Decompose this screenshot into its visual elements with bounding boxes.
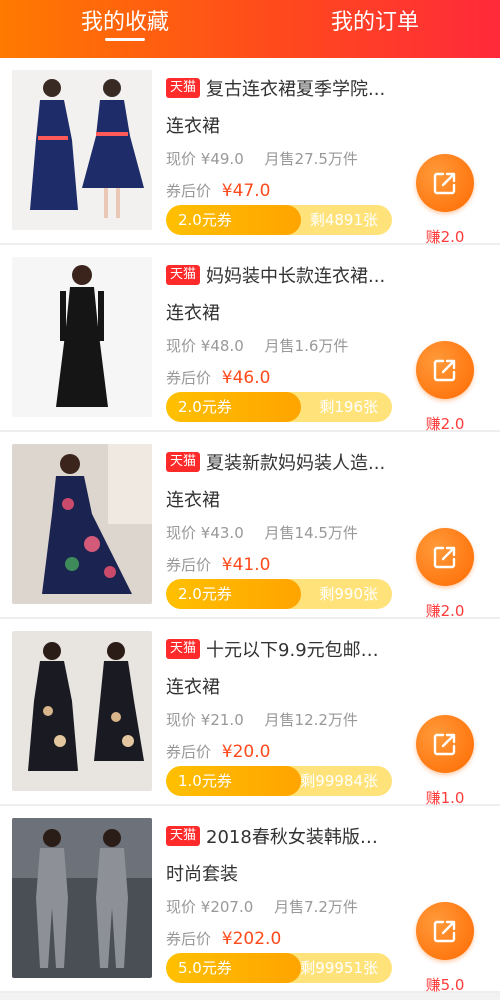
- after-coupon-price: ¥20.0: [221, 742, 271, 762]
- dress-floral-photo-icon: [12, 444, 152, 604]
- earn-amount: 赚2.0: [425, 228, 465, 246]
- product-title[interactable]: 2018春秋女装韩版休...: [206, 823, 391, 849]
- coupon-remaining: 剩99951张: [300, 959, 378, 977]
- monthly-sales: 月售7.2万件: [274, 898, 358, 916]
- after-coupon-label: 券后价: [166, 369, 212, 387]
- product-list: 天猫 复古连衣裙夏季学院... 连衣裙 现价 ¥49.0 月售27.5万件 券后…: [0, 58, 500, 994]
- coupon-bar[interactable]: 1.0元券 剩99984张: [166, 766, 392, 796]
- share-button[interactable]: [416, 341, 474, 399]
- current-price: ¥48.0: [200, 337, 244, 355]
- product-image[interactable]: [12, 70, 152, 230]
- price-label: 现价: [166, 898, 197, 916]
- current-price: ¥207.0: [200, 898, 254, 916]
- coupon-remaining: 剩99984张: [300, 772, 378, 790]
- share-icon: [433, 172, 456, 195]
- coupon-label: 5.0元券: [178, 959, 232, 977]
- product-image[interactable]: [12, 257, 152, 417]
- list-item[interactable]: 天猫 2018春秋女装韩版休... 时尚套装 现价 ¥207.0 月售7.2万件…: [0, 806, 500, 994]
- after-coupon-row: 券后价 ¥41.0: [166, 554, 396, 576]
- product-image[interactable]: [12, 631, 152, 791]
- earn-amount: 赚5.0: [425, 976, 465, 994]
- after-coupon-row: 券后价 ¥202.0: [166, 928, 396, 950]
- list-item[interactable]: 天猫 妈妈装中长款连衣裙... 连衣裙 现价 ¥48.0 月售1.6万件 券后价…: [0, 245, 500, 433]
- price-label: 现价: [166, 711, 197, 729]
- coupon-label: 2.0元券: [178, 398, 232, 416]
- after-coupon-price: ¥202.0: [221, 929, 282, 949]
- product-category: 连衣裙: [166, 490, 220, 511]
- tmall-badge: 天猫: [166, 265, 201, 285]
- product-image[interactable]: [12, 444, 152, 604]
- current-price: ¥21.0: [200, 711, 244, 729]
- tab-favorites[interactable]: 我的收藏: [15, 0, 235, 36]
- product-title[interactable]: 十元以下9.9元包邮特...: [206, 636, 391, 662]
- coupon-bar[interactable]: 5.0元券 剩99951张: [166, 953, 392, 983]
- coupon-label: 2.0元券: [178, 585, 232, 603]
- share-button[interactable]: [416, 715, 474, 773]
- after-coupon-label: 券后价: [166, 556, 212, 574]
- dress-navy-photo-icon: [12, 70, 152, 230]
- tmall-badge: 天猫: [166, 639, 201, 659]
- grey-suit-photo-icon: [12, 818, 152, 978]
- coupon-bar[interactable]: 2.0元券 剩990张: [166, 579, 392, 609]
- current-price: ¥49.0: [200, 150, 244, 168]
- coupon-remaining: 剩990张: [319, 585, 378, 603]
- product-category: 时尚套装: [166, 864, 238, 885]
- share-icon: [433, 920, 456, 943]
- list-item[interactable]: 天猫 夏装新款妈妈装人造... 连衣裙 现价 ¥43.0 月售14.5万件 券后…: [0, 432, 500, 620]
- coupon-remaining: 剩196张: [319, 398, 378, 416]
- list-item[interactable]: 天猫 复古连衣裙夏季学院... 连衣裙 现价 ¥49.0 月售27.5万件 券后…: [0, 58, 500, 246]
- price-label: 现价: [166, 524, 197, 542]
- monthly-sales: 月售1.6万件: [264, 337, 349, 355]
- list-item[interactable]: 天猫 十元以下9.9元包邮特... 连衣裙 现价 ¥21.0 月售12.2万件 …: [0, 619, 500, 807]
- share-icon: [433, 733, 456, 756]
- share-button[interactable]: [416, 528, 474, 586]
- after-coupon-label: 券后价: [166, 182, 212, 200]
- price-row: 现价 ¥43.0 月售14.5万件: [166, 522, 396, 542]
- price-label: 现价: [166, 150, 197, 168]
- monthly-sales: 月售27.5万件: [264, 150, 358, 168]
- after-coupon-label: 券后价: [166, 743, 212, 761]
- after-coupon-price: ¥41.0: [221, 555, 271, 575]
- product-category: 连衣裙: [166, 677, 220, 698]
- share-button[interactable]: [416, 902, 474, 960]
- price-row: 现价 ¥49.0 月售27.5万件: [166, 148, 396, 168]
- share-button[interactable]: [416, 154, 474, 212]
- coupon-bar[interactable]: 2.0元券 剩4891张: [166, 205, 392, 235]
- tab-orders[interactable]: 我的订单: [265, 0, 485, 36]
- after-coupon-row: 券后价 ¥47.0: [166, 180, 396, 202]
- after-coupon-price: ¥46.0: [221, 368, 271, 388]
- dress-black-photo-icon: [12, 257, 152, 417]
- tmall-badge: 天猫: [166, 78, 201, 98]
- price-label: 现价: [166, 337, 197, 355]
- coupon-bar[interactable]: 2.0元券 剩196张: [166, 392, 392, 422]
- tmall-badge: 天猫: [166, 826, 201, 846]
- dress-black-floral-photo-icon: [12, 631, 152, 791]
- coupon-label: 2.0元券: [178, 211, 232, 229]
- tmall-badge: 天猫: [166, 452, 201, 472]
- product-image[interactable]: [12, 818, 152, 978]
- coupon-remaining: 剩4891张: [309, 211, 378, 229]
- price-row: 现价 ¥21.0 月售12.2万件: [166, 709, 396, 729]
- product-category: 连衣裙: [166, 116, 220, 137]
- earn-amount: 赚2.0: [425, 602, 465, 620]
- price-row: 现价 ¥207.0 月售7.2万件: [166, 896, 396, 916]
- after-coupon-label: 券后价: [166, 930, 212, 948]
- price-row: 现价 ¥48.0 月售1.6万件: [166, 335, 396, 355]
- after-coupon-row: 券后价 ¥20.0: [166, 741, 396, 763]
- share-icon: [433, 546, 456, 569]
- earn-amount: 赚2.0: [425, 415, 465, 433]
- product-title[interactable]: 夏装新款妈妈装人造...: [206, 449, 391, 475]
- monthly-sales: 月售12.2万件: [264, 711, 358, 729]
- coupon-label: 1.0元券: [178, 772, 232, 790]
- top-tab-bar: 我的收藏 我的订单: [0, 0, 500, 58]
- current-price: ¥43.0: [200, 524, 244, 542]
- after-coupon-row: 券后价 ¥46.0: [166, 367, 396, 389]
- share-icon: [433, 359, 456, 382]
- after-coupon-price: ¥47.0: [221, 181, 271, 201]
- earn-amount: 赚1.0: [425, 789, 465, 807]
- product-title[interactable]: 复古连衣裙夏季学院...: [206, 75, 391, 101]
- product-title[interactable]: 妈妈装中长款连衣裙...: [206, 262, 391, 288]
- product-category: 连衣裙: [166, 303, 220, 324]
- monthly-sales: 月售14.5万件: [264, 524, 358, 542]
